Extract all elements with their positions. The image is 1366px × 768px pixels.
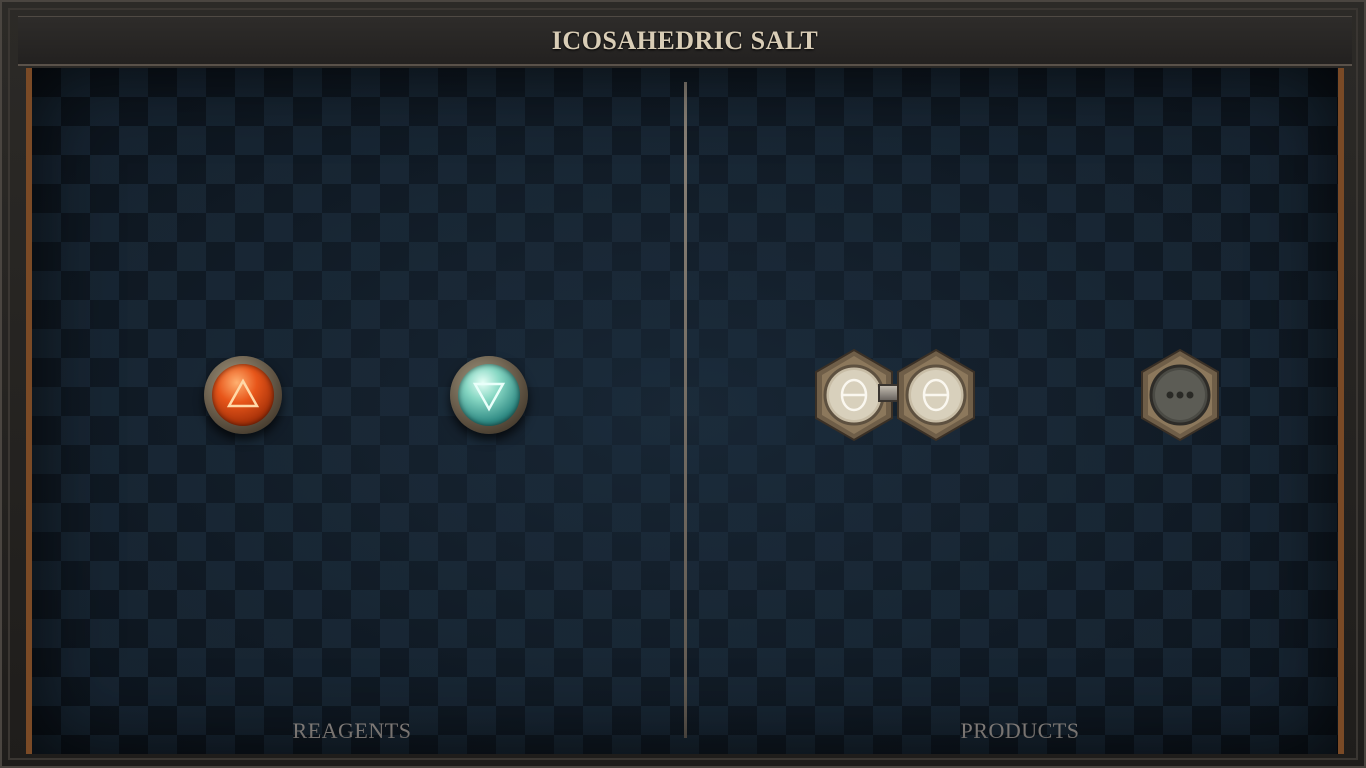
window-frame: ICOSAHEDRIC SALT REAGENTS PRODUCTS [0,0,1366,768]
salt-theta-icon [922,378,950,412]
product-dots-atom[interactable] [1138,348,1222,442]
reagent-water-orb[interactable] [450,356,528,434]
three-dots-icon [1166,391,1194,399]
products-label: PRODUCTS [960,718,1080,743]
page-title: ICOSAHEDRIC SALT [551,25,819,55]
product-salt-atom-2[interactable] [894,348,978,442]
fire-triangle-icon [226,378,260,408]
reagent-fire-orb[interactable] [204,356,282,434]
section-divider [684,82,687,738]
reaction-board: REAGENTS PRODUCTS [26,68,1344,754]
reagents-label: REAGENTS [292,718,412,743]
water-triangle-icon [472,382,506,412]
title-bar: ICOSAHEDRIC SALT [18,16,1352,66]
